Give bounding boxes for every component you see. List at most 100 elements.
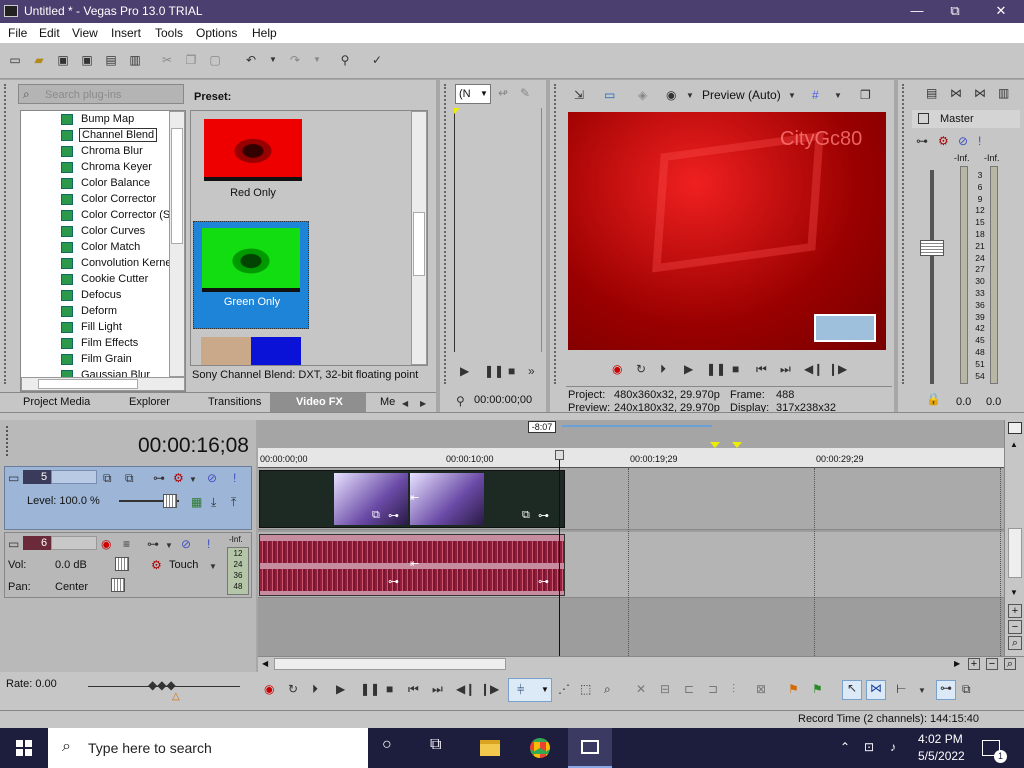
stop-icon[interactable]: ■	[732, 362, 739, 376]
track-automation-icon[interactable]: ⊶	[153, 471, 165, 485]
track-automation-icon[interactable]: ⊶	[147, 537, 159, 551]
dim-icon[interactable]: ⋈	[974, 86, 986, 100]
redo-icon[interactable]: ↷	[288, 53, 302, 67]
trimmer-brush-icon[interactable]: ✎	[520, 86, 530, 100]
plugin-item[interactable]: Color Match	[21, 240, 169, 256]
track-solo-icon[interactable]: !	[233, 471, 236, 485]
arm-record-icon[interactable]: ◉	[101, 537, 111, 551]
preset-item[interactable]: Red Only	[203, 119, 303, 203]
new-file-icon[interactable]: ▭	[8, 53, 22, 67]
go-to-start-icon[interactable]: ⏮	[756, 362, 767, 376]
tab-scroll-right-icon[interactable]: ▶	[420, 397, 426, 411]
preview-quality-dropdown[interactable]: Preview (Auto)	[702, 88, 781, 102]
selection-tool-icon[interactable]: ⬚	[580, 682, 591, 696]
mode-chevron-icon[interactable]: ▼	[209, 560, 217, 574]
automation-mode[interactable]: Touch	[169, 559, 198, 571]
tray-chevron-icon[interactable]: ⌃	[840, 740, 850, 754]
video-track-name-field[interactable]	[51, 470, 97, 484]
prev-frame-icon[interactable]: ◀❙	[456, 682, 475, 696]
tab-media-generators[interactable]: Me	[380, 396, 395, 408]
hscroll-thumb[interactable]	[38, 379, 138, 389]
plugin-item[interactable]: Cookie Cutter	[21, 272, 169, 288]
go-to-start-icon[interactable]: ⏮	[408, 682, 419, 696]
copy-snapshot-icon[interactable]: ❐	[860, 88, 871, 102]
split-screen-icon[interactable]: ◈	[638, 88, 647, 102]
video-clip[interactable]: ⧉ ⊶ ⇤ ⧉ ⊶	[259, 470, 565, 528]
taskbar-search-input[interactable]: Type here to search	[88, 740, 212, 756]
taskbar-search[interactable]: ⌕ Type here to search	[48, 728, 368, 768]
clip-pan-crop-icon[interactable]: ⧉	[522, 509, 530, 522]
plugin-item[interactable]: Color Curves	[21, 224, 169, 240]
move-down-icon[interactable]: ⤓	[211, 495, 216, 509]
plugin-item[interactable]: Deform	[21, 304, 169, 320]
track-minimize-icon[interactable]: ▭	[8, 471, 19, 485]
lock-icon[interactable]: ⊠	[756, 682, 766, 696]
trimmer-dropdown[interactable]: (N ▼	[455, 84, 491, 104]
plugin-item[interactable]: Chroma Blur	[21, 144, 169, 160]
more-icon[interactable]: »	[528, 364, 535, 378]
save-as-icon[interactable]: ▣	[80, 53, 94, 67]
invert-phase-icon[interactable]: ≡	[123, 537, 130, 551]
snap-icon[interactable]: ⧉	[962, 682, 971, 696]
close-button[interactable]: ✕	[980, 0, 1022, 23]
next-frame-icon[interactable]: ❙▶	[480, 682, 499, 696]
menu-file[interactable]: File	[8, 26, 27, 40]
grid-icon[interactable]: #	[812, 88, 819, 102]
fx-icon[interactable]: ⚙	[151, 558, 162, 572]
bus-mute-icon[interactable]: ⊘	[958, 134, 968, 148]
scroll-left-icon[interactable]: ◀	[262, 659, 268, 668]
clip-pan-crop-icon[interactable]: ⧉	[372, 509, 380, 522]
bus-automation-icon[interactable]: ⊶	[916, 134, 928, 148]
vscroll-thumb[interactable]	[1008, 528, 1022, 578]
loop-icon[interactable]: ↻	[288, 682, 298, 696]
menu-insert[interactable]: Insert	[111, 26, 141, 40]
tab-transitions[interactable]: Transitions	[208, 396, 261, 408]
zoom-tool-h-icon[interactable]: ⌕	[1004, 658, 1016, 670]
clock-time[interactable]: 4:02 PM	[918, 732, 963, 746]
tab-video-fx[interactable]: Video FX	[296, 396, 343, 408]
trimmer-select-icon[interactable]: ↫	[498, 86, 508, 100]
zoom-in-h-icon[interactable]: +	[968, 658, 980, 670]
timeline-ruler[interactable]: 00:00:00;00 00:00:10;00 00:00:19;29 00:0…	[258, 448, 1004, 468]
plugin-list-hscroll[interactable]	[21, 377, 185, 391]
copy-icon[interactable]: ❐	[184, 53, 198, 67]
plugin-item[interactable]: Bump Map	[21, 112, 169, 128]
meters-icon[interactable]: ▥	[998, 86, 1009, 100]
stop-icon[interactable]: ■	[386, 682, 393, 696]
external-monitor-icon[interactable]: ▭	[604, 88, 615, 102]
menu-help[interactable]: Help	[252, 26, 277, 40]
plugin-item[interactable]: Fill Light	[21, 320, 169, 336]
normal-edit-tool[interactable]: ⫩ ▼	[508, 678, 552, 702]
clip-fx-icon[interactable]: ⊶	[388, 509, 399, 522]
menu-tools[interactable]: Tools	[155, 26, 183, 40]
master-lock-icon[interactable]: 🔒	[926, 392, 941, 406]
trimmer-pin-icon[interactable]: ⚲	[456, 394, 465, 408]
split-icon[interactable]: ⫶	[732, 682, 735, 696]
timeline-vscroll[interactable]: ▲ ▼ + − ⌕	[1004, 420, 1024, 672]
vscroll-thumb[interactable]	[171, 128, 183, 244]
plugin-item[interactable]: Color Balance	[21, 176, 169, 192]
pause-icon[interactable]: ❚❚	[360, 682, 380, 696]
plugin-item-selected[interactable]: Channel Blend	[21, 128, 169, 144]
plugin-list-vscroll[interactable]	[169, 111, 185, 377]
audio-track-name-field[interactable]	[51, 536, 97, 550]
preview-quality-chevron-icon[interactable]: ▼	[686, 89, 694, 103]
search-input[interactable]: Search plug-ins	[45, 89, 121, 101]
clip-fx-icon[interactable]: ⊶	[538, 575, 549, 588]
auto-ripple-icon[interactable]: ✓	[370, 53, 384, 67]
bus-fx-icon[interactable]: ⚙	[938, 134, 949, 148]
preset-thumbnail-blue[interactable]	[201, 337, 301, 365]
preset-list-vscroll[interactable]	[411, 111, 427, 365]
envelope-tool-icon[interactable]: ⋰	[558, 682, 570, 696]
play-from-start-icon[interactable]: ⏵	[660, 362, 666, 376]
move-up-icon[interactable]: ⤒	[231, 495, 236, 509]
plugin-item[interactable]: Film Grain	[21, 352, 169, 368]
automation-chevron-icon[interactable]: ▼	[165, 539, 173, 553]
file-explorer-icon[interactable]	[480, 740, 500, 756]
audio-clip[interactable]: ⇤ ⊶ ⊶	[259, 534, 565, 596]
compositing-icon[interactable]: ⧉	[125, 471, 134, 485]
level-slider[interactable]	[163, 494, 177, 508]
video-output-fx-icon[interactable]: ⇲	[574, 88, 584, 102]
track-fx-chevron-icon[interactable]: ▼	[189, 473, 197, 487]
auto-ripple-tool-icon[interactable]: ⊢	[896, 682, 906, 696]
